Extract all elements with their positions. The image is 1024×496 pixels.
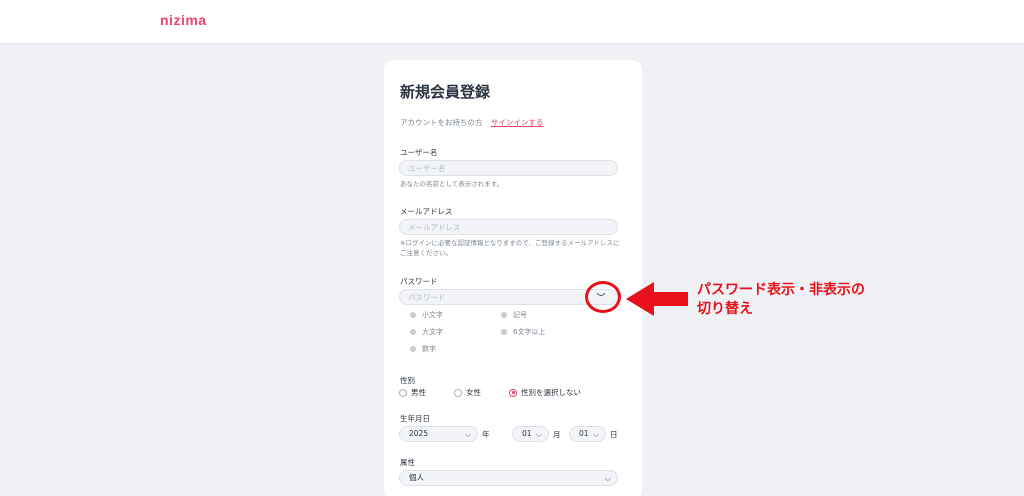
radio-circle-selected <box>509 388 517 397</box>
annotation-text: パスワード表示・非表示の 切り替え <box>697 282 865 317</box>
username-input[interactable] <box>399 160 618 176</box>
signin-link[interactable]: サインインする <box>491 118 544 127</box>
radio-circle <box>399 388 407 397</box>
requirement-uppercase: 大文字 <box>410 327 443 337</box>
year-unit: 年 <box>482 430 490 439</box>
annotation-arrow-icon <box>626 282 688 316</box>
requirement-dot <box>410 329 416 335</box>
requirement-length: 6文字以上 <box>501 327 545 337</box>
signin-row: アカウントをお持ちの方 サインインする <box>400 117 543 128</box>
chevron-down-icon: ⌵ <box>535 430 542 439</box>
password-label: パスワード <box>400 277 438 286</box>
birth-day-select[interactable]: 01 ⌵ <box>569 426 606 442</box>
gender-radio-unspecified[interactable]: 性別を選択しない <box>509 387 581 398</box>
requirement-dot <box>410 312 416 318</box>
gender-options: 男性 女性 性別を選択しない <box>399 387 597 398</box>
username-hint: あなたの名前として表示されます。 <box>400 180 504 188</box>
chevron-down-icon: ⌵ <box>592 430 599 439</box>
chevron-down-icon: ⌵ <box>604 474 611 483</box>
email-hint: ※ログインに必要な認証情報となりますので、ご登録するメールアドレスにご注意くださ… <box>400 239 620 257</box>
gender-label: 性別 <box>400 376 415 385</box>
email-label: メールアドレス <box>400 207 453 216</box>
email-input[interactable] <box>399 219 618 235</box>
birth-year-select[interactable]: 2025 ⌵ <box>399 426 478 442</box>
signin-prompt: アカウントをお持ちの方 <box>400 118 483 127</box>
signup-card: 新規会員登録 アカウントをお持ちの方 サインインする ユーザー名 あなたの名前と… <box>384 60 642 496</box>
attribute-select[interactable]: 個人 ⌵ <box>399 470 618 486</box>
requirement-number: 数字 <box>410 344 436 354</box>
attribute-label: 属性 <box>400 458 415 467</box>
gender-radio-male[interactable]: 男性 <box>399 387 426 398</box>
annotation-circle <box>585 281 621 313</box>
requirement-dot <box>501 312 507 318</box>
radio-circle <box>454 388 462 397</box>
birth-month-select[interactable]: 01 ⌵ <box>512 426 549 442</box>
month-unit: 月 <box>553 430 561 439</box>
requirement-lowercase: 小文字 <box>410 310 443 320</box>
top-bar: nizima <box>0 0 1024 44</box>
requirement-dot <box>410 346 416 352</box>
username-label: ユーザー名 <box>400 148 438 157</box>
page-title: 新規会員登録 <box>400 83 491 101</box>
birthdate-label: 生年月日 <box>400 414 430 423</box>
day-unit: 日 <box>610 430 618 439</box>
requirement-dot <box>501 329 507 335</box>
chevron-down-icon: ⌵ <box>464 430 471 439</box>
nizima-logo[interactable]: nizima <box>160 12 207 28</box>
requirement-symbol: 記号 <box>501 310 527 320</box>
gender-radio-female[interactable]: 女性 <box>454 387 481 398</box>
